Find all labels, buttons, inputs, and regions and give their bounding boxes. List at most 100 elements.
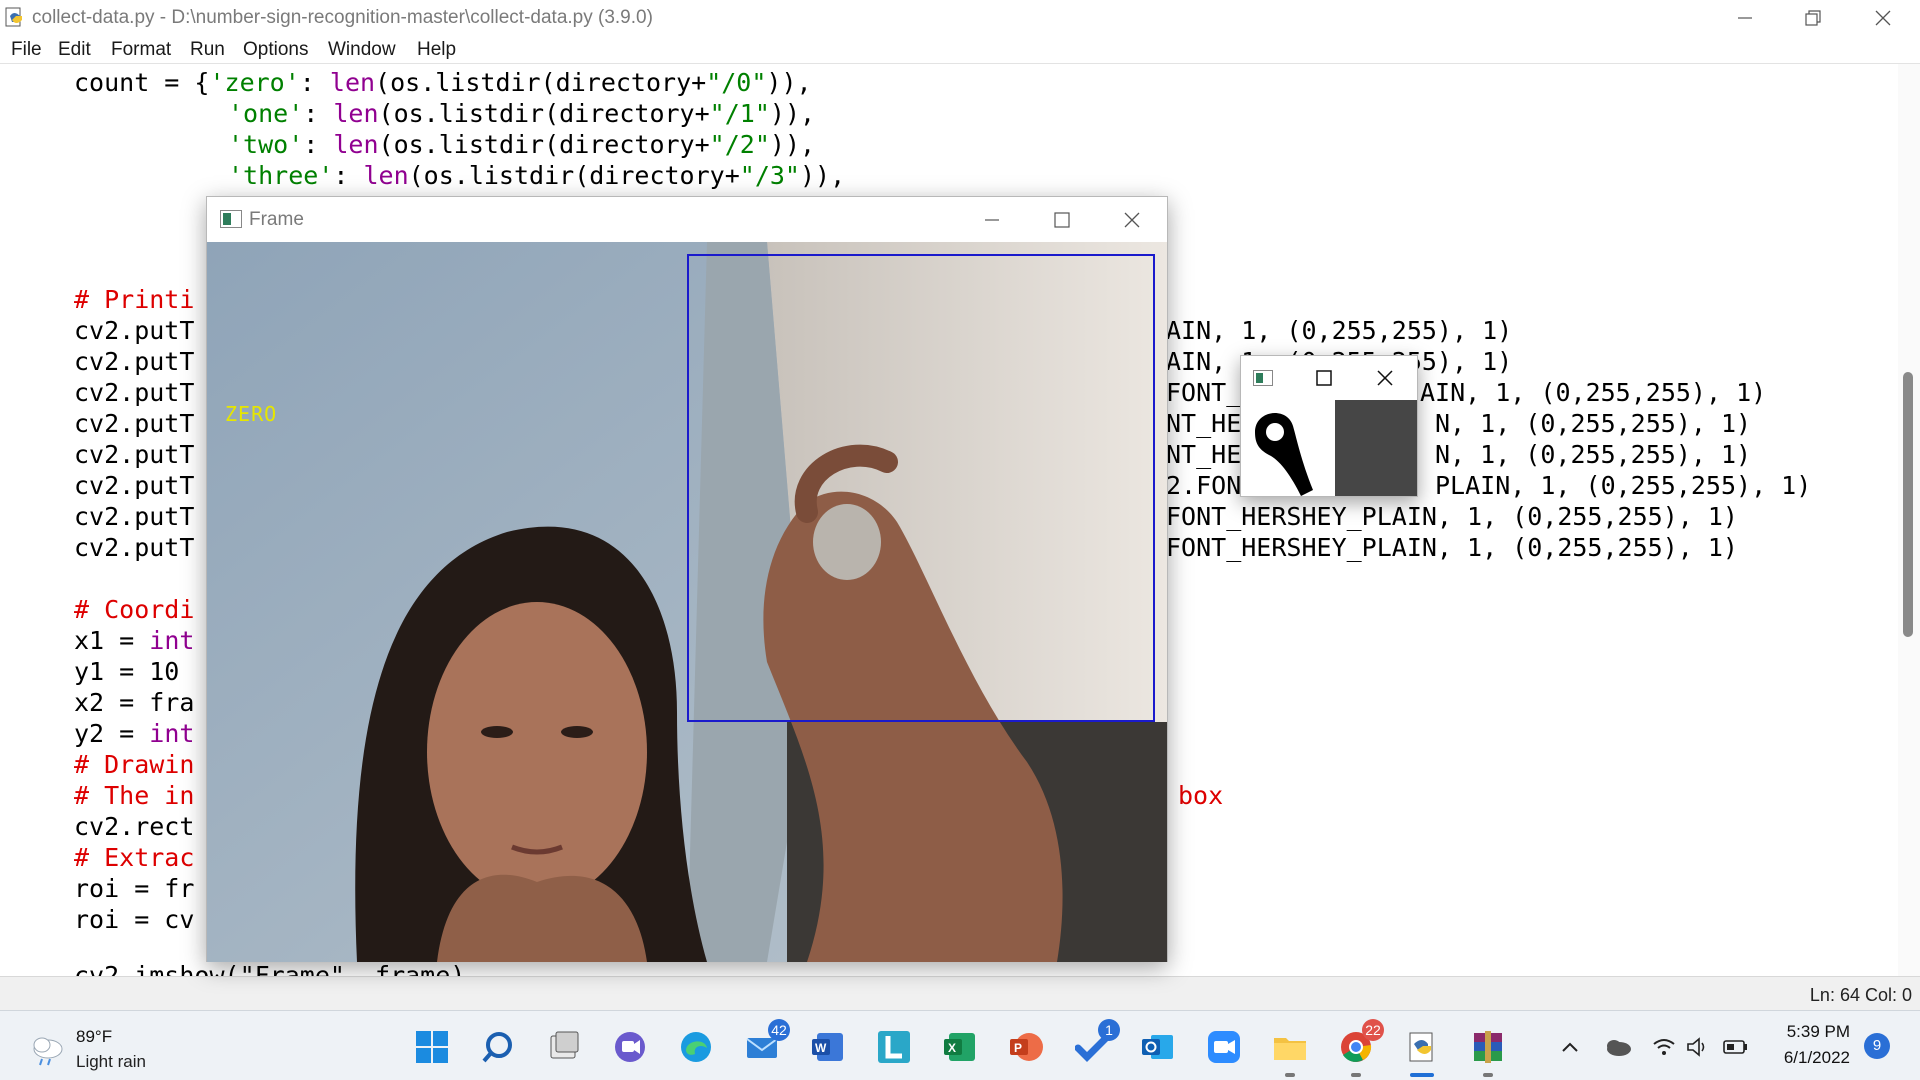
webcam-feed: ZERO [207,242,1167,962]
winrar-button[interactable] [1468,1027,1508,1077]
zoom-button[interactable] [1204,1027,1244,1067]
minimize-icon [985,218,999,221]
code-line: y2 = int [74,719,195,748]
speaker-icon [1687,1037,1705,1057]
battery-button[interactable] [1716,1027,1756,1067]
file-explorer-button[interactable] [1270,1027,1310,1077]
code-line: cv2.putT [74,533,195,562]
code-line-fragment: FONT_HERSHEY_PLAIN, 1, (0,255,255), 1) [1166,533,1738,562]
running-indicator [1285,1073,1295,1077]
onedrive-button[interactable] [1598,1027,1638,1067]
powerpoint-icon: P [1010,1033,1043,1061]
menu-format[interactable]: Format [111,39,171,61]
scrollbar-thumb[interactable] [1903,372,1913,637]
python-idle-icon [5,7,22,27]
excel-icon: X [944,1033,975,1061]
close-icon [1124,212,1140,227]
mask-close-button[interactable] [1359,356,1411,400]
search-button[interactable] [478,1027,518,1067]
code-line: cv2.putT [74,316,195,345]
code-line: y1 = 10 [74,657,180,686]
code-line: cv2.putT [74,347,195,376]
frame-window[interactable]: Frame ZERO [206,196,1168,962]
excel-button[interactable]: X [940,1027,980,1067]
svg-text:W: W [815,1041,827,1055]
code-comment: # Extrac [74,843,195,872]
code-line-fragment: N, 1, (0,255,255), 1) [1435,409,1752,438]
todo-badge: 1 [1098,1019,1120,1041]
chrome-button[interactable]: 22 [1336,1019,1384,1077]
menu-help[interactable]: Help [417,39,456,61]
svg-text:X: X [948,1041,956,1055]
python-idle-taskbar-button[interactable] [1402,1027,1442,1077]
search-icon [482,1032,512,1063]
idle-title-bar: collect-data.py - D:\number-sign-recogni… [0,0,1920,36]
code-line: cv2.rect [74,812,195,841]
active-indicator [1410,1073,1434,1077]
winrar-icon [1474,1031,1502,1063]
l-app-icon [878,1031,910,1063]
menu-file[interactable]: File [11,39,42,61]
code-line-fragment: NT_HE [1166,440,1242,469]
mail-badge: 42 [768,1019,790,1041]
code-line: cv2.imshow("Frame", frame) [74,961,466,976]
window-title: collect-data.py - D:\number-sign-recogni… [32,7,653,28]
close-button[interactable] [1848,0,1918,36]
taskbar: 89°F Light rain 42 W X P 1 22 5:39 PM 6/… [0,1010,1920,1080]
code-line: x2 = fra [74,688,195,717]
frame-maximize-button[interactable] [1027,197,1097,242]
restore-button[interactable] [1778,0,1848,36]
word-button[interactable]: W [808,1027,848,1067]
menu-edit[interactable]: Edit [58,39,91,61]
menu-window[interactable]: Window [328,39,396,61]
minimize-button[interactable] [1710,0,1780,36]
cloud-rain-icon [33,1037,63,1066]
notification-badge[interactable]: 9 [1864,1033,1890,1059]
windows-start-icon [416,1031,448,1063]
outlook-button[interactable] [1138,1027,1178,1067]
code-line-fragment: 2.FON [1166,471,1242,500]
todo-button[interactable]: 1 [1072,1019,1120,1067]
running-indicator [1351,1073,1361,1077]
restore-icon [1805,10,1821,26]
clock[interactable]: 5:39 PM 6/1/2022 [1770,1022,1850,1068]
mask-window[interactable] [1240,355,1418,497]
menu-options[interactable]: Options [243,39,308,61]
volume-button[interactable] [1678,1027,1718,1067]
edge-button[interactable] [676,1027,716,1067]
maximize-icon [1054,211,1070,228]
folder-icon [1274,1038,1306,1060]
code-line-fragment: N, 1, (0,255,255), 1) [1435,440,1752,469]
frame-minimize-button[interactable] [957,197,1027,242]
teams-chat-button[interactable] [610,1027,650,1067]
code-comment: # Printi [74,285,195,314]
show-hidden-icons-button[interactable] [1550,1027,1590,1067]
launcher-l-button[interactable] [874,1027,914,1067]
menu-bar: File Edit Format Run Options Window Help [0,36,1920,64]
start-button[interactable] [412,1027,452,1067]
threshold-mask-image [1241,400,1417,496]
minimize-icon [1738,17,1752,19]
maximize-icon [1316,370,1332,386]
frame-close-button[interactable] [1097,197,1167,242]
code-line: cv2.putT [74,502,195,531]
mail-button[interactable]: 42 [742,1019,790,1067]
frame-title: Frame [249,209,304,230]
code-comment: # Drawin [74,750,195,779]
mask-title-bar[interactable] [1241,356,1417,400]
menu-run[interactable]: Run [190,39,225,61]
frame-title-bar[interactable]: Frame [207,197,1167,242]
code-line: roi = fr [74,874,195,903]
code-line: 'three': len(os.listdir(directory+"/3"))… [228,161,846,190]
clock-date: 6/1/2022 [1783,1048,1850,1067]
zoom-icon [1208,1031,1240,1063]
code-line: roi = cv [74,905,195,934]
powerpoint-button[interactable]: P [1006,1027,1046,1067]
code-line-fragment: FONT_HERSHEY_PLAIN, 1, (0,255,255), 1) [1166,502,1738,531]
close-icon [1875,10,1891,26]
close-icon [1377,370,1393,386]
code-line: count = {'zero': len(os.listdir(director… [74,68,812,97]
task-view-button[interactable] [544,1027,584,1067]
chrome-badge: 22 [1362,1019,1384,1041]
mask-maximize-button[interactable] [1301,356,1347,400]
